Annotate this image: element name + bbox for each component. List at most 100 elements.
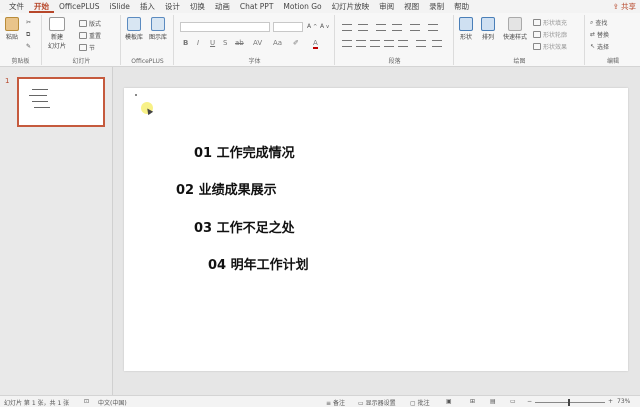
menu-tab[interactable]: 审阅	[374, 0, 399, 13]
numbering-icon[interactable]	[358, 24, 368, 31]
menu-tab[interactable]: 设计	[160, 0, 185, 13]
format-painter-icon[interactable]: ✎	[26, 43, 31, 50]
slide-info: 幻灯片 第 1 张，共 1 张	[4, 400, 70, 407]
align-left-icon[interactable]	[342, 40, 352, 47]
slide-thumbnail[interactable]	[17, 77, 105, 127]
share-icon: ⇪	[612, 2, 619, 11]
normal-view-icon[interactable]: ▣	[446, 398, 452, 405]
agenda-item-4[interactable]: 04 明年工作计划	[208, 254, 309, 273]
char-spacing-button[interactable]: AV	[253, 39, 262, 47]
zoom-slider-thumb[interactable]	[568, 399, 570, 406]
replace-button[interactable]: ⇄ 替换	[590, 30, 609, 39]
editing-group: ⌕ 查找 ⇄ 替换 ↖ 选择 编辑	[590, 18, 619, 66]
menu-tab[interactable]: 幻灯片放映	[327, 0, 375, 13]
diagram-icon	[151, 17, 165, 31]
menu-tab[interactable]: Motion Go	[278, 0, 326, 13]
menu-tab[interactable]: 动画	[210, 0, 235, 13]
shapes-icon	[459, 17, 473, 31]
slideshow-icon[interactable]: ▭	[510, 398, 516, 405]
font-group: A ^ Av B I U S ab AV Aa ✐ A 字体	[175, 15, 335, 65]
select-button[interactable]: ↖ 选择	[590, 42, 609, 51]
align-text-icon[interactable]	[432, 40, 442, 47]
agenda-item-2[interactable]: 02 业绩成果展示	[176, 179, 277, 198]
layout-button[interactable]: 版式	[79, 19, 101, 28]
menu-tab[interactable]: 文件	[4, 0, 29, 13]
strikethrough-button[interactable]: ab	[235, 39, 244, 47]
text-direction-icon[interactable]	[428, 24, 438, 31]
find-button[interactable]: ⌕ 查找	[590, 18, 607, 28]
shapes-button[interactable]: 形状	[459, 17, 473, 41]
italic-button[interactable]: I	[197, 39, 199, 47]
effects-icon	[533, 43, 541, 50]
align-center-icon[interactable]	[356, 40, 366, 47]
slide-sorter-icon[interactable]: ⊞	[470, 398, 475, 405]
highlight-icon[interactable]: ✐	[293, 39, 299, 47]
font-name-input[interactable]	[180, 22, 270, 32]
share-button[interactable]: ⇪ 共享	[613, 1, 636, 12]
font-size-input[interactable]	[273, 22, 303, 32]
display-settings-button[interactable]: ▭ 显示器设置	[358, 398, 396, 407]
shape-outline-button[interactable]: 形状轮廓	[533, 30, 567, 39]
agenda-item-3[interactable]: 03 工作不足之处	[194, 217, 295, 236]
shape-effects-button[interactable]: 形状效果	[533, 42, 567, 51]
template-button[interactable]: 模板库	[125, 17, 143, 41]
language-indicator[interactable]: 中文(中国)	[98, 398, 127, 407]
slide-marker	[135, 94, 137, 96]
shape-fill-button[interactable]: 形状填充	[533, 18, 567, 27]
cut-icon[interactable]: ✂	[26, 19, 31, 26]
menu-tab[interactable]: 切换	[185, 0, 210, 13]
zoom-slider[interactable]	[535, 402, 605, 403]
notes-button[interactable]: ≡ 备注	[326, 398, 345, 407]
menu-tab[interactable]: OfficePLUS	[54, 0, 104, 13]
decrease-indent-icon[interactable]	[376, 24, 386, 31]
shadow-button[interactable]: S	[223, 39, 227, 47]
arrange-button[interactable]: 排列	[481, 17, 495, 41]
increase-indent-icon[interactable]	[392, 24, 402, 31]
bullets-icon[interactable]	[342, 24, 352, 31]
new-slide-button[interactable]: 新建 幻灯片	[48, 17, 66, 50]
agenda-item-1[interactable]: 01 工作完成情况	[194, 142, 295, 161]
shrink-font-icon[interactable]: Av	[320, 23, 329, 30]
menu-tab[interactable]: Chat PPT	[235, 0, 279, 13]
distribute-icon[interactable]	[398, 40, 408, 47]
layout-icon	[79, 20, 87, 27]
bold-button[interactable]: B	[183, 39, 188, 47]
paragraph-group: 段落	[336, 15, 454, 65]
change-case-button[interactable]: Aa	[273, 39, 282, 47]
menu-tab[interactable]: iSlide	[104, 0, 134, 13]
menu-tab[interactable]: 帮助	[449, 0, 474, 13]
replace-icon: ⇄	[590, 31, 596, 38]
zoom-in-icon[interactable]: +	[608, 398, 613, 405]
ribbon: 粘贴 ✂ ⧉ ✎ 剪贴板 新建 幻灯片 版式 重置 节 幻灯片 模板库 图示库 …	[0, 13, 640, 67]
paste-button[interactable]: 粘贴	[5, 17, 19, 41]
fill-icon	[533, 19, 541, 26]
accessibility-icon[interactable]: ⊡	[84, 398, 89, 405]
underline-button[interactable]: U	[210, 39, 215, 47]
reading-view-icon[interactable]: ▤	[490, 398, 496, 405]
diagram-button[interactable]: 图示库	[149, 17, 167, 41]
zoom-out-icon[interactable]: −	[527, 398, 532, 405]
section-button[interactable]: 节	[79, 43, 95, 52]
reset-button[interactable]: 重置	[79, 31, 101, 40]
comments-button[interactable]: ▢ 批注	[410, 398, 430, 407]
section-icon	[79, 44, 87, 51]
menu-bar: 文件 开始 OfficePLUS iSlide 插入 设计 切换 动画 Chat PPT Moti…	[0, 0, 640, 13]
menu-tab[interactable]: 开始	[29, 0, 54, 13]
menu-tab[interactable]: 插入	[135, 0, 160, 13]
line-spacing-icon[interactable]	[410, 24, 420, 31]
font-color-button[interactable]: A	[313, 39, 318, 49]
zoom-level[interactable]: 73%	[617, 398, 630, 405]
copy-icon[interactable]: ⧉	[26, 31, 30, 39]
columns-icon[interactable]	[416, 40, 426, 47]
thumb-text-line	[32, 89, 48, 90]
slide-canvas[interactable]: 01 工作完成情况 02 业绩成果展示 03 工作不足之处 04 明年工作计划	[124, 88, 628, 371]
select-icon: ↖	[590, 43, 596, 50]
menu-tab[interactable]: 视图	[399, 0, 424, 13]
grow-font-icon[interactable]: A ^	[307, 23, 317, 30]
quick-styles-icon	[508, 17, 522, 31]
align-right-icon[interactable]	[370, 40, 380, 47]
quick-styles-button[interactable]: 快速样式	[503, 17, 527, 41]
paste-icon	[5, 17, 19, 31]
justify-icon[interactable]	[384, 40, 394, 47]
menu-tab[interactable]: 录制	[424, 0, 449, 13]
